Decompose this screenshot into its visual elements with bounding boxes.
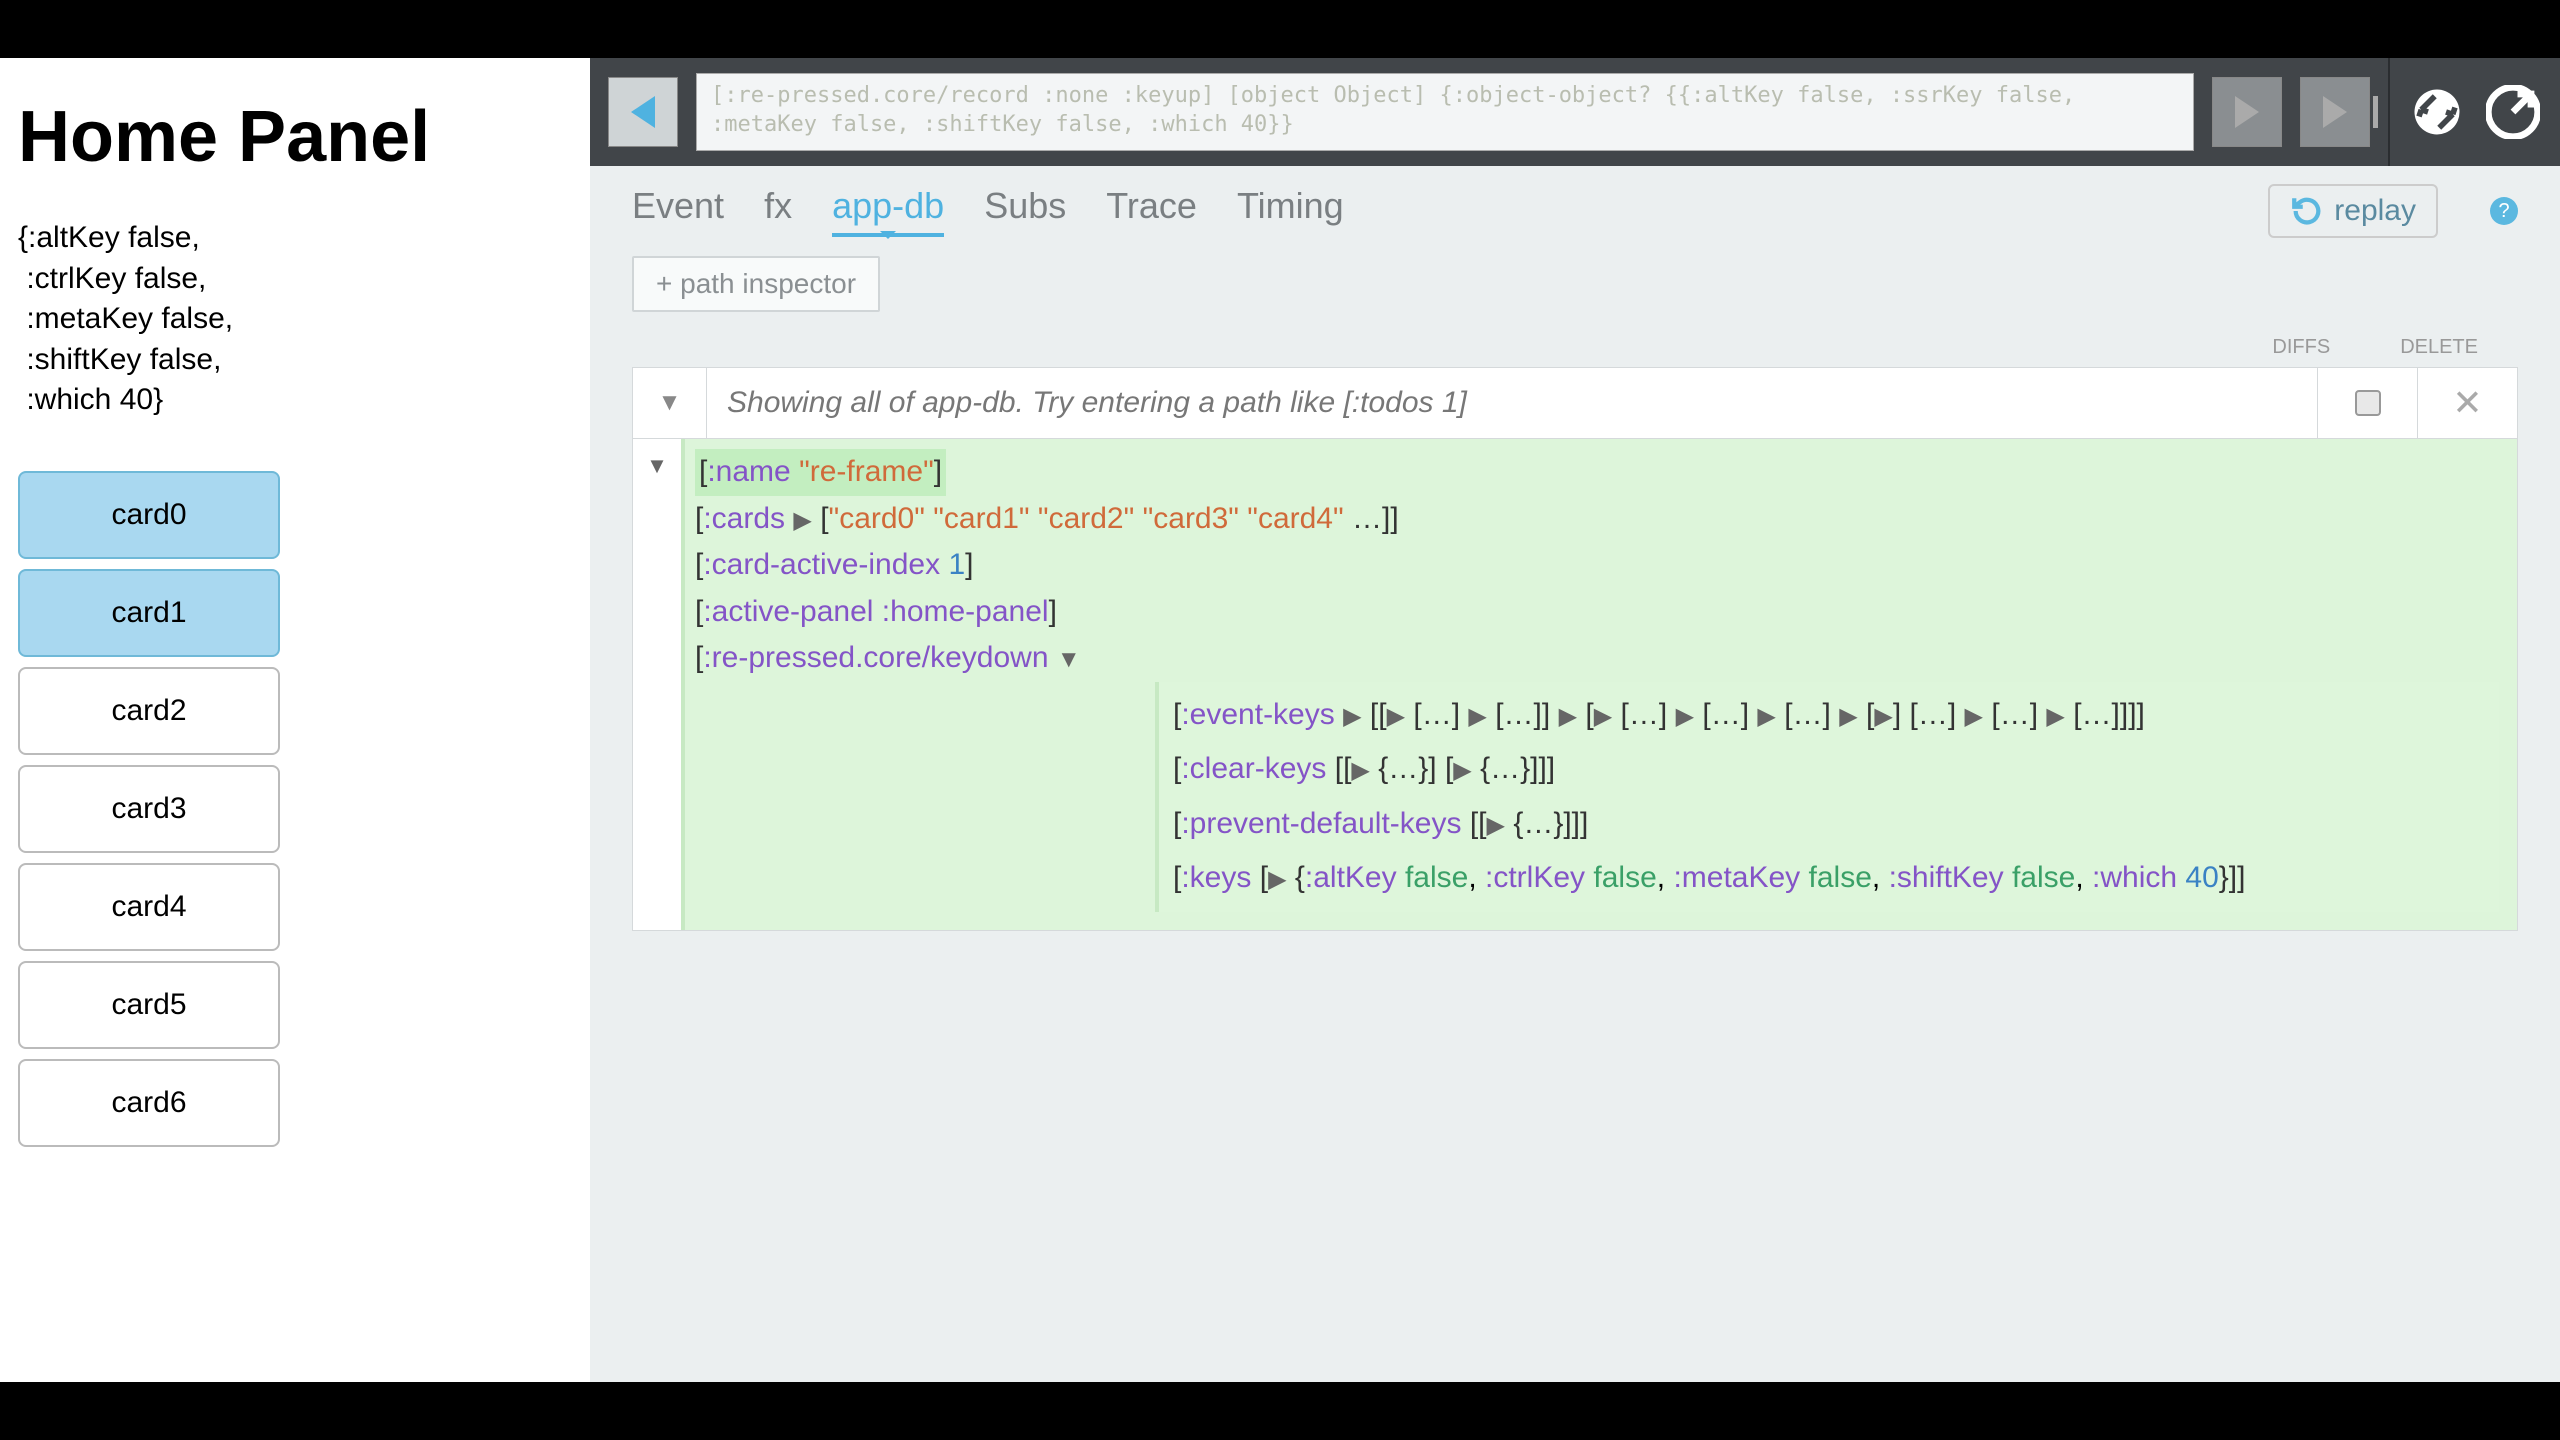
current-event-display: [:re-pressed.core/record :none :keyup] [… bbox=[696, 73, 2194, 151]
tree-row-keys: [:keys [▶ {:altKey false, :ctrlKey false… bbox=[1173, 851, 2485, 906]
keymap-display: {:altKey false, :ctrlKey false, :metaKey… bbox=[18, 218, 572, 421]
tabs-row: Eventfx app-db Subs Trace Timing replay ? bbox=[590, 166, 2560, 256]
last-event-button[interactable] bbox=[2300, 77, 2370, 147]
tree-row-prevent-default-keys: [:prevent-default-keys [[▶ {…}]]] bbox=[1173, 797, 2485, 852]
app-db-tree: ▼ [:name "re-frame"] [:cards ▶ ["card0" … bbox=[632, 439, 2518, 931]
tab-timing[interactable]: Timing bbox=[1237, 185, 1344, 237]
card-button-card4[interactable]: card4 bbox=[18, 863, 280, 951]
card-button-card6[interactable]: card6 bbox=[18, 1059, 280, 1147]
settings-icon[interactable] bbox=[2408, 83, 2466, 141]
tree-row-card-active-index: [:card-active-index 1] bbox=[695, 542, 2499, 589]
tree-row-event-keys: [:event-keys ▶ [[▶ […] ▶ […]] ▶ [▶ […] ▶… bbox=[1173, 688, 2485, 743]
tab-app-db[interactable]: app-db bbox=[832, 185, 944, 237]
card-button-card3[interactable]: card3 bbox=[18, 765, 280, 853]
triangle-right-icon bbox=[2235, 96, 2259, 128]
tree-row-name: [:name "re-frame"] bbox=[695, 449, 946, 496]
tree-collapse-toggle[interactable]: ▼ bbox=[633, 439, 681, 930]
replay-icon bbox=[2290, 194, 2324, 228]
delete-header: DELETE bbox=[2400, 336, 2478, 359]
popout-icon[interactable] bbox=[2484, 83, 2542, 141]
event-toolbar: [:re-pressed.core/record :none :keyup] [… bbox=[590, 58, 2560, 166]
card-button-card5[interactable]: card5 bbox=[18, 961, 280, 1049]
card-list: card0 card1 card2 card3 card4 card5 card6 bbox=[18, 471, 572, 1147]
card-button-card0[interactable]: card0 bbox=[18, 471, 280, 559]
tree-row-cards: [:cards ▶ ["card0" "card1" "card2" "card… bbox=[695, 496, 2499, 543]
triangle-left-icon bbox=[631, 96, 655, 128]
devtools-panel: [:re-pressed.core/record :none :keyup] [… bbox=[590, 58, 2560, 1382]
tab-fx[interactable]: fx bbox=[764, 185, 792, 237]
diffs-checkbox[interactable] bbox=[2355, 390, 2381, 416]
replay-label: replay bbox=[2334, 194, 2416, 228]
delete-inspector-button[interactable]: ✕ bbox=[2452, 382, 2482, 424]
path-input[interactable]: Showing all of app-db. Try entering a pa… bbox=[707, 368, 2317, 438]
tab-subs[interactable]: Subs bbox=[984, 185, 1066, 237]
home-panel: Home Panel {:altKey false, :ctrlKey fals… bbox=[0, 58, 590, 1382]
skip-end-icon bbox=[2323, 96, 2347, 128]
add-path-inspector-button[interactable]: + path inspector bbox=[632, 256, 880, 312]
help-icon[interactable]: ? bbox=[2490, 197, 2518, 225]
toolbar-divider bbox=[2388, 58, 2390, 166]
tab-event[interactable]: Event bbox=[632, 185, 724, 237]
tree-row-clear-keys: [:clear-keys [[▶ {…}] [▶ {…}]]] bbox=[1173, 742, 2485, 797]
card-button-card2[interactable]: card2 bbox=[18, 667, 280, 755]
tree-row-keydown: [:re-pressed.core/keydown ▼ [:event-keys… bbox=[695, 635, 2499, 912]
collapse-icon[interactable]: ▼ bbox=[1057, 646, 1081, 673]
prev-event-button[interactable] bbox=[608, 77, 678, 147]
card-button-card1[interactable]: card1 bbox=[18, 569, 280, 657]
page-title: Home Panel bbox=[18, 96, 572, 178]
replay-button[interactable]: replay bbox=[2268, 184, 2438, 238]
next-event-button[interactable] bbox=[2212, 77, 2282, 147]
expand-icon[interactable]: ▶ bbox=[793, 507, 811, 534]
tree-row-active-panel: [:active-panel :home-panel] bbox=[695, 589, 2499, 636]
diffs-header: DIFFS bbox=[2272, 336, 2330, 359]
collapse-toggle[interactable]: ▼ bbox=[633, 368, 707, 438]
tab-trace[interactable]: Trace bbox=[1106, 185, 1197, 237]
path-inspector-row: ▼ Showing all of app-db. Try entering a … bbox=[632, 367, 2518, 439]
